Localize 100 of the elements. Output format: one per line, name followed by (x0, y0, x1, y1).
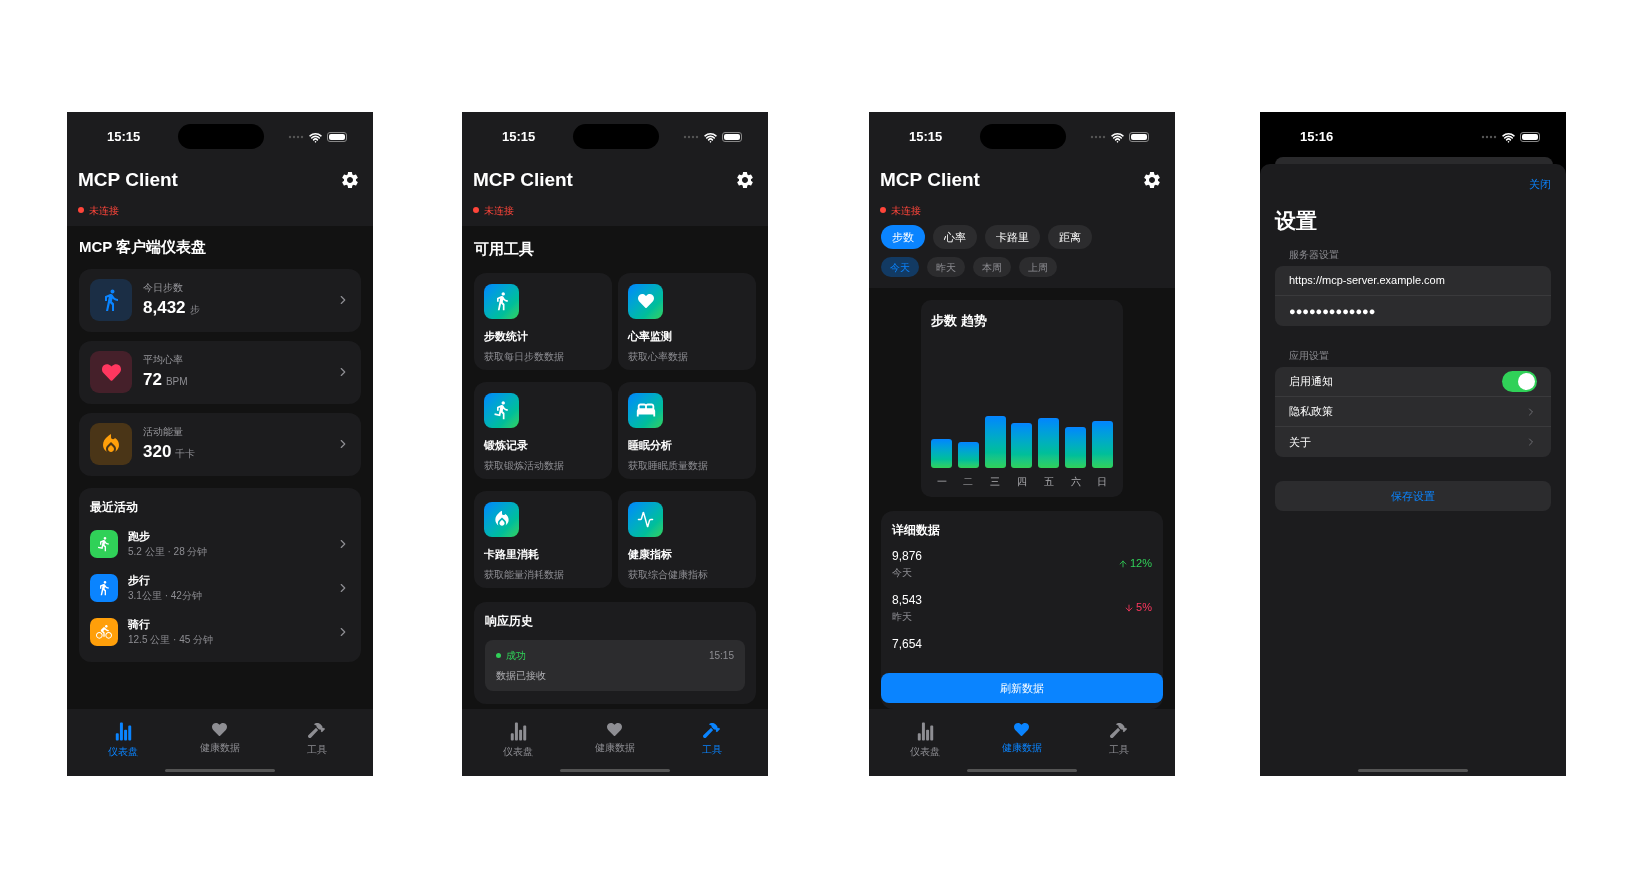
period-tab[interactable]: 昨天 (927, 257, 965, 277)
activity-item[interactable]: 步行 3.1公里 · 42分钟 (90, 565, 350, 610)
close-button[interactable]: 关闭 (1529, 176, 1551, 193)
axis-label: 一 (935, 475, 948, 489)
metric-label: 今日步数 (143, 280, 184, 295)
pulse-icon (637, 510, 654, 528)
tool-name: 健康指标 (628, 546, 673, 562)
wifi-icon (704, 130, 717, 144)
metric-label: 平均心率 (143, 352, 184, 367)
hammer-icon (1110, 722, 1128, 739)
settings-icon[interactable] (340, 170, 360, 190)
bicycle-icon (96, 623, 112, 640)
status-time: 15:16 (1300, 128, 1334, 147)
metric-card[interactable]: 活动能量 320 千卡 (79, 412, 361, 476)
metric-tab[interactable]: 步数 (881, 225, 925, 249)
tool-card[interactable]: 卡路里消耗 获取能量消耗数据 (474, 490, 612, 588)
tab-item[interactable]: 工具 (1083, 722, 1154, 759)
bar-chart-icon (915, 722, 935, 741)
settings-icon[interactable] (735, 170, 755, 190)
tool-card[interactable]: 睡眠分析 获取睡眠质量数据 (618, 381, 756, 479)
refresh-button[interactable]: 刷新数据 (881, 673, 1163, 703)
settings-link-row[interactable]: 隐私政策 (1275, 397, 1551, 427)
tool-card[interactable]: 步数统计 获取每日步数数据 (474, 272, 612, 370)
down-arrow-icon (1124, 602, 1135, 613)
app-title: MCP Client (78, 167, 178, 192)
metric-tab[interactable]: 卡路里 (985, 225, 1040, 249)
metric-tab[interactable]: 距离 (1048, 225, 1092, 249)
input-field[interactable]: ●●●●●●●●●●●●● (1275, 296, 1551, 326)
status-time: 15:15 (502, 128, 536, 147)
heart-icon (101, 362, 121, 382)
bar-chart-icon (508, 722, 528, 741)
running-icon (96, 535, 112, 552)
tool-name: 步数统计 (484, 328, 529, 344)
chart-bar (984, 416, 1006, 468)
heart-icon (1014, 722, 1030, 737)
activity-item[interactable]: 跑步 5.2 公里 · 28 分钟 (90, 521, 350, 566)
bar-chart-icon (113, 722, 133, 741)
app-title: MCP Client (880, 167, 980, 192)
hammer-icon (703, 722, 721, 739)
detail-label: 昨天 (892, 610, 913, 624)
chart-bar (957, 442, 979, 468)
tool-card[interactable]: 心率监测 获取心率数据 (618, 272, 756, 370)
tab-item[interactable]: 仪表盘 (88, 722, 159, 759)
activity-detail: 5.2 公里 · 28 分钟 (128, 545, 208, 560)
card-title: 最近活动 (90, 498, 139, 516)
detail-label: 今天 (892, 566, 913, 580)
chart-title: 步数 趋势 (931, 312, 988, 330)
metric-value: 8,432 (143, 296, 186, 319)
tool-name: 睡眠分析 (628, 437, 673, 453)
activity-name: 步行 (128, 572, 151, 588)
tool-name: 心率监测 (628, 328, 673, 344)
toggle-switch[interactable] (1502, 371, 1537, 392)
settings-link-row[interactable]: 关于 (1275, 427, 1551, 457)
metric-card[interactable]: 平均心率 72 BPM (79, 340, 361, 404)
tab-item[interactable]: 健康数据 (987, 722, 1057, 759)
detail-value: 7,654 (892, 636, 923, 653)
tab-item[interactable]: 健康数据 (580, 722, 650, 759)
tool-description: 获取每日步数数据 (484, 350, 565, 364)
tab-item[interactable]: 仪表盘 (890, 722, 961, 759)
heart-icon (607, 722, 623, 737)
input-field[interactable]: https://mcp-server.example.com (1275, 266, 1551, 296)
metric-card[interactable]: 今日步数 8,432 步 (79, 268, 361, 332)
setting-label: 启用通知 (1289, 374, 1333, 390)
connection-status: 未连接 (891, 203, 921, 218)
tab-item[interactable]: 健康数据 (185, 722, 255, 759)
axis-label: 二 (962, 475, 975, 489)
section-title: MCP 客户端仪表盘 (79, 237, 208, 257)
tab-item[interactable]: 工具 (281, 722, 352, 759)
metric-tab[interactable]: 心率 (933, 225, 977, 249)
signal-icon (683, 135, 699, 139)
tab-item[interactable]: 工具 (676, 722, 747, 759)
axis-label: 五 (1042, 475, 1055, 489)
tool-description: 获取锻炼活动数据 (484, 459, 565, 473)
status-time: 15:15 (107, 128, 141, 147)
tool-card[interactable]: 健康指标 获取综合健康指标 (618, 490, 756, 588)
tab-item[interactable]: 仪表盘 (483, 722, 554, 759)
up-arrow-icon (1117, 558, 1128, 569)
tool-name: 卡路里消耗 (484, 546, 540, 562)
axis-label: 四 (1016, 475, 1028, 489)
card-title: 详细数据 (892, 522, 941, 539)
detail-value: 8,543 (892, 592, 923, 609)
wifi-icon (1111, 130, 1124, 144)
history-message: 数据已接收 (496, 668, 547, 683)
history-status: 成功 (506, 648, 526, 663)
activity-item[interactable]: 骑行 12.5 公里 · 45 分钟 (90, 609, 350, 654)
save-settings-button[interactable]: 保存设置 (1275, 481, 1551, 511)
period-tab[interactable]: 上周 (1019, 257, 1057, 277)
tool-card[interactable]: 锻炼记录 获取锻炼活动数据 (474, 381, 612, 479)
heart-icon (637, 293, 654, 309)
period-tab[interactable]: 本周 (973, 257, 1011, 277)
settings-icon[interactable] (1142, 170, 1162, 190)
wifi-icon (1502, 130, 1515, 144)
change-percent: 5% (1136, 600, 1152, 616)
signal-icon (1481, 135, 1497, 139)
metric-unit: BPM (165, 374, 188, 389)
tool-description: 获取心率数据 (628, 350, 689, 364)
battery-icon (327, 132, 347, 142)
history-item[interactable]: 成功 15:15 数据已接收 (485, 639, 745, 691)
history-time: 15:15 (708, 648, 734, 663)
status-time: 15:15 (909, 128, 943, 147)
